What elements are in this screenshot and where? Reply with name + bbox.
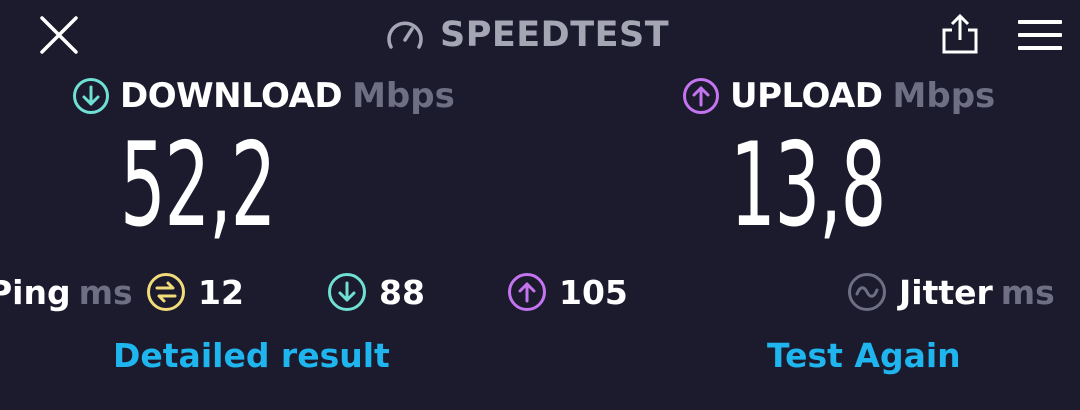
jitter-label: Jitter <box>899 272 993 312</box>
share-button[interactable] <box>938 12 982 56</box>
ping-upload-stat: 105 <box>507 270 628 314</box>
jitter-stat: Jitter ms <box>847 270 1055 314</box>
jitter-unit: ms <box>1000 272 1055 312</box>
ping-upload-value: 105 <box>559 272 628 312</box>
upload-arrow-icon <box>508 273 546 311</box>
ping-idle-icon <box>147 273 185 311</box>
ping-label-group: Ping ms <box>0 270 133 314</box>
upload-unit: Mbps <box>892 76 996 116</box>
download-arrow-icon <box>73 78 109 114</box>
download-label: DOWNLOAD <box>120 76 343 116</box>
hamburger-menu-icon <box>1018 20 1062 50</box>
ping-download-stat: 88 <box>327 270 425 314</box>
test-again-button[interactable]: Test Again <box>767 336 961 375</box>
brand-name: SPEEDTEST <box>440 15 670 55</box>
upload-heading: UPLOAD Mbps <box>682 76 995 116</box>
ping-idle-stat: 12 <box>146 270 244 314</box>
ping-unit: ms <box>78 272 133 312</box>
brand-logo: SPEEDTEST <box>384 12 669 58</box>
ping-label: Ping <box>0 272 71 312</box>
download-value: 52,2 <box>120 118 276 253</box>
speedometer-icon <box>387 21 423 49</box>
ping-idle-value: 12 <box>198 272 244 312</box>
download-arrow-icon <box>328 273 366 311</box>
close-button[interactable] <box>38 14 80 56</box>
download-heading: DOWNLOAD Mbps <box>72 76 455 116</box>
close-icon <box>40 16 78 54</box>
jitter-wave-icon <box>848 273 886 311</box>
share-icon <box>942 13 978 54</box>
upload-value: 13,8 <box>730 118 886 253</box>
ping-download-value: 88 <box>379 272 425 312</box>
detailed-result-button[interactable]: Detailed result <box>113 336 390 375</box>
upload-arrow-icon <box>683 78 719 114</box>
menu-button[interactable] <box>1016 16 1064 54</box>
upload-label: UPLOAD <box>730 76 883 116</box>
download-unit: Mbps <box>352 76 455 116</box>
